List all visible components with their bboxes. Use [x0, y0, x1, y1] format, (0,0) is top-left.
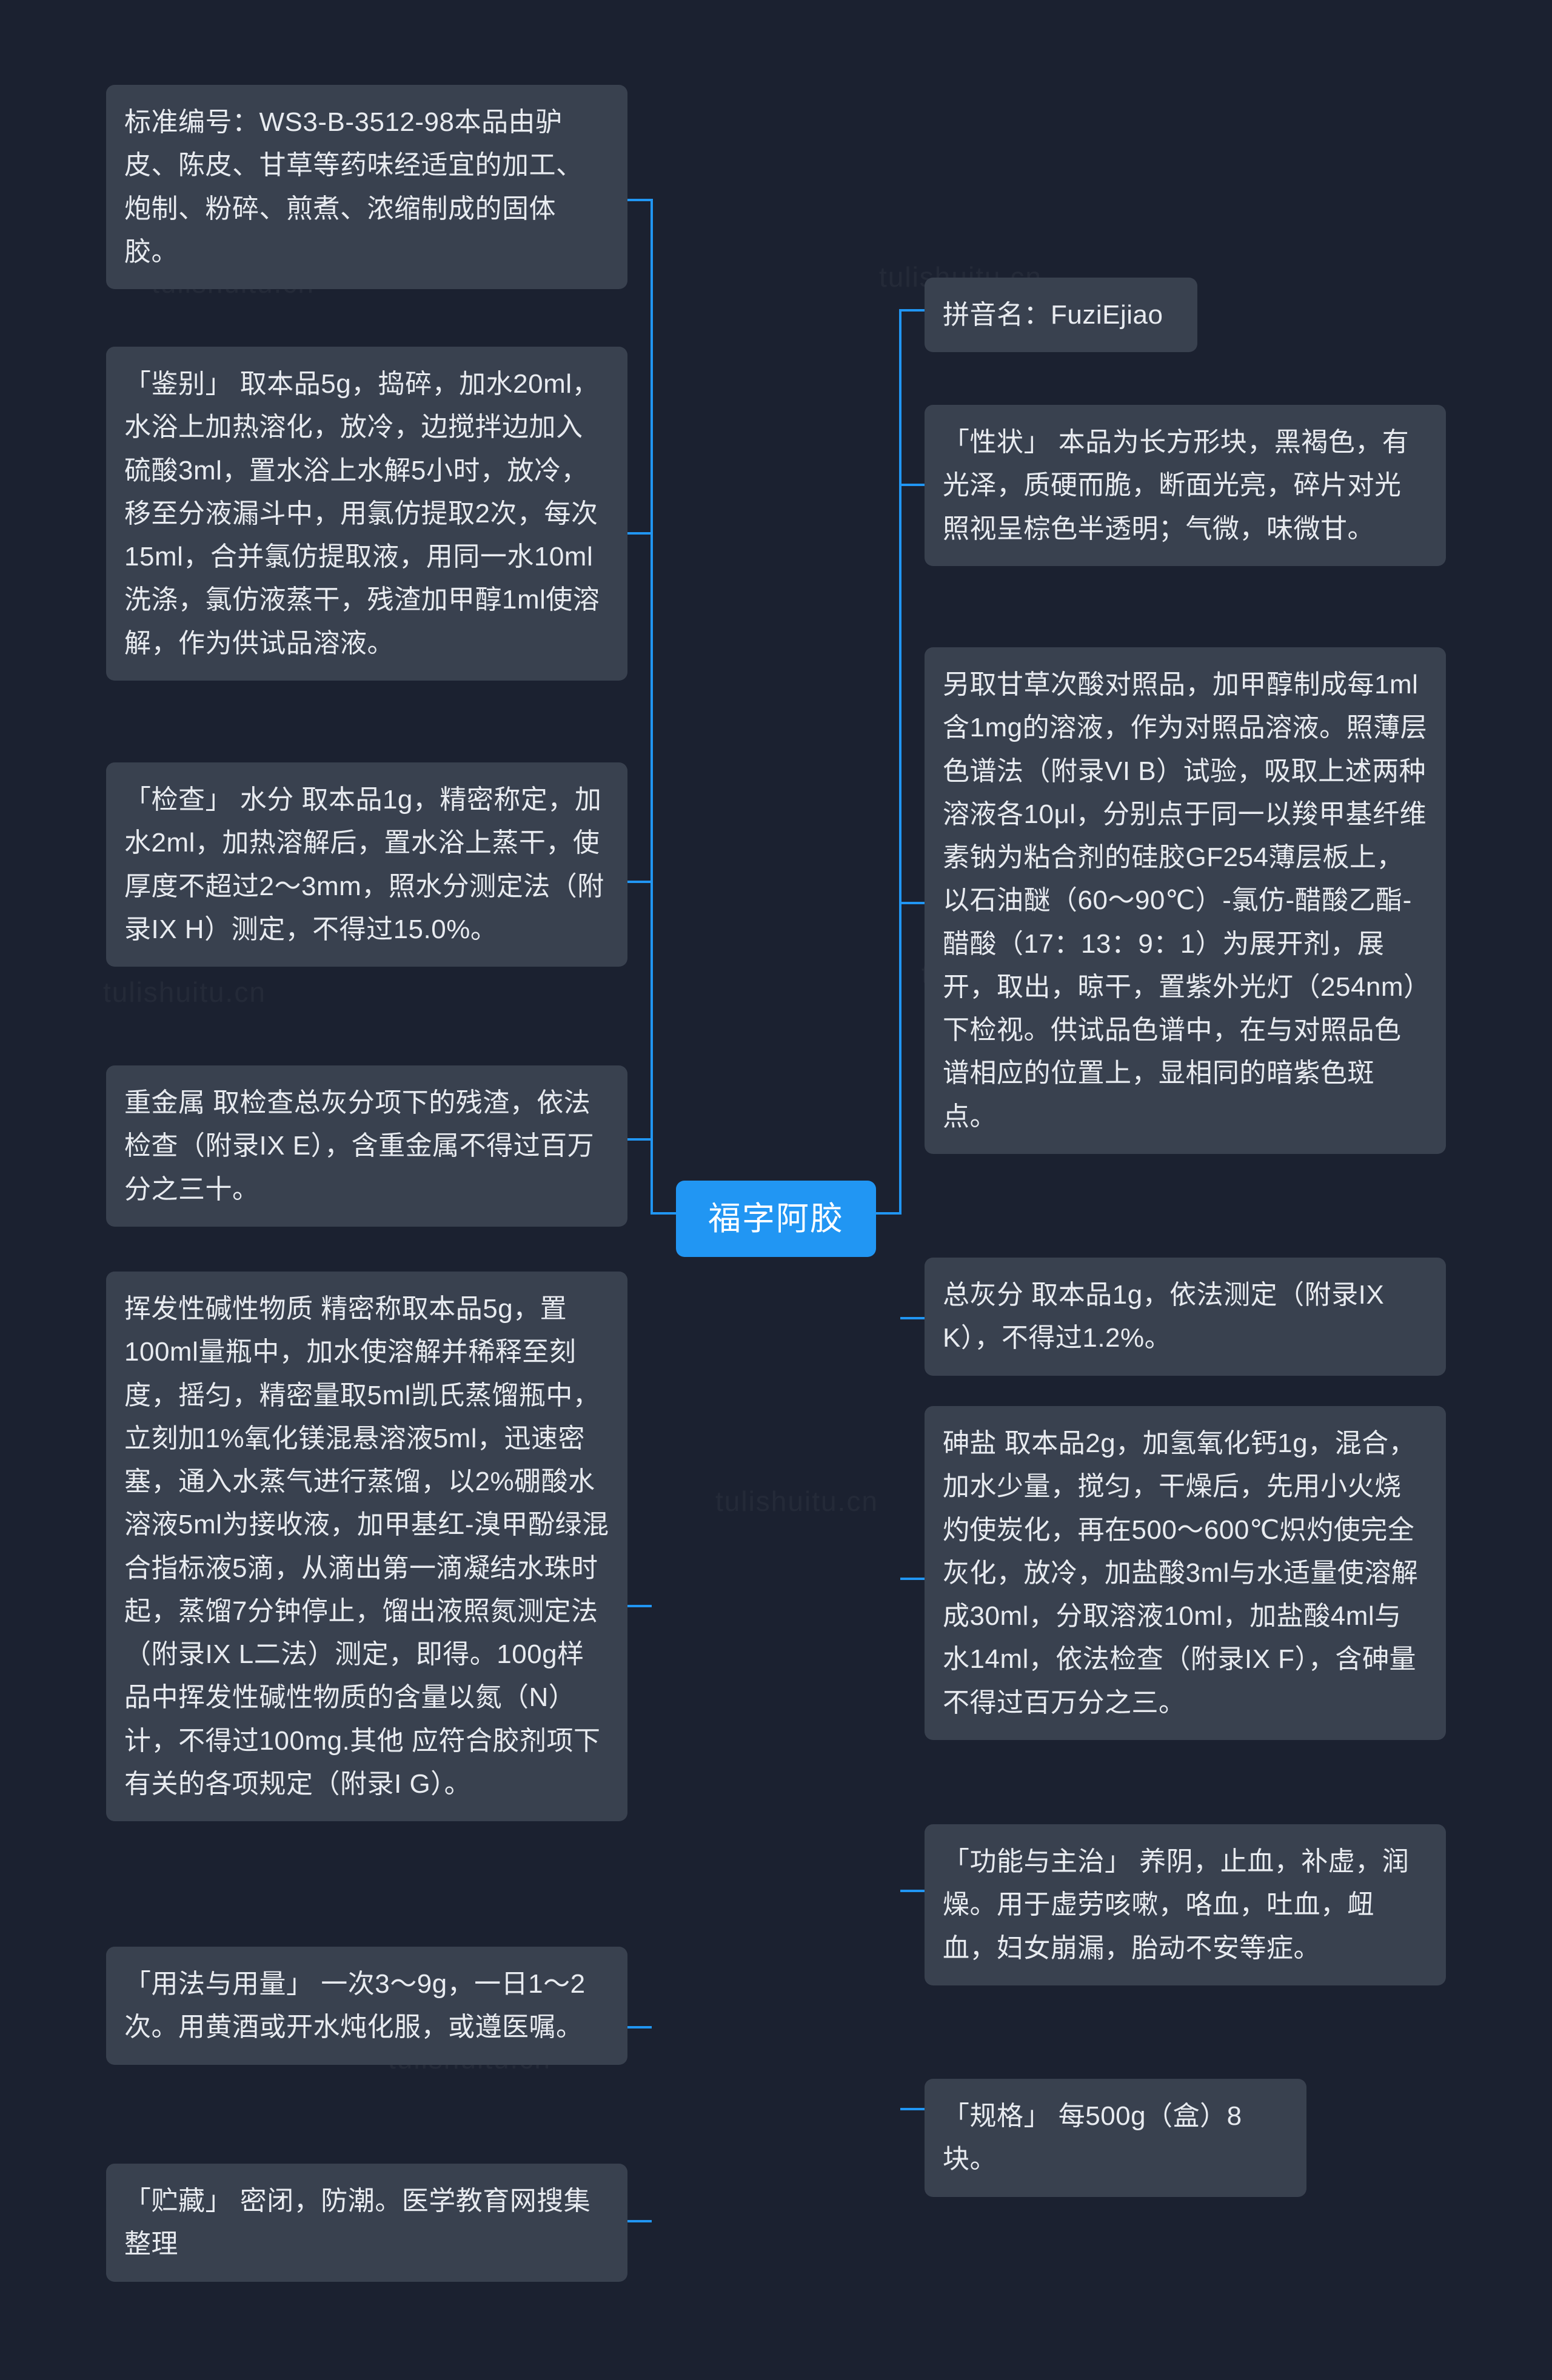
node-properties[interactable]: 「性状」 本品为长方形块，黑褐色，有光泽，质硬而脆，断面光亮，碎片对光照视呈棕色… [925, 405, 1446, 566]
watermark: tulishuitu.cn [715, 1485, 878, 1518]
node-volatile-alkaline[interactable]: 挥发性碱性物质 精密称取本品5g，置100ml量瓶中，加水使溶解并稀释至刻度，摇… [106, 1272, 627, 1822]
node-tlc-test[interactable]: 另取甘草次酸对照品，加甲醇制成每1ml含1mg的溶液，作为对照品溶液。照薄层色谱… [925, 647, 1446, 1154]
mindmap-canvas: tulishuitu.cn tulishuitu.cn tulishuitu.c… [0, 0, 1552, 2380]
root-node[interactable]: 福字阿胶 [676, 1181, 876, 1258]
node-usage-dosage[interactable]: 「用法与用量」 一次3～9g，一日1～2次。用黄酒或开水炖化服，或遵医嘱。 [106, 1947, 627, 2065]
node-specification[interactable]: 「规格」 每500g（盒）8块。 [925, 2079, 1306, 2197]
node-standard-number[interactable]: 标准编号：WS3-B-3512-98本品由驴皮、陈皮、甘草等药味经适宜的加工、炮… [106, 85, 627, 290]
node-storage[interactable]: 「贮藏」 密闭，防潮。医学教育网搜集整理 [106, 2164, 627, 2282]
node-heavy-metals[interactable]: 重金属 取检查总灰分项下的残渣，依法检查（附录IX E），含重金属不得过百万分之… [106, 1065, 627, 1227]
node-inspection-moisture[interactable]: 「检查」 水分 取本品1g，精密称定，加水2ml，加热溶解后，置水浴上蒸干，使厚… [106, 762, 627, 967]
node-arsenic-salt[interactable]: 砷盐 取本品2g，加氢氧化钙1g，混合，加水少量，搅匀，干燥后，先用小火烧灼使炭… [925, 1406, 1446, 1740]
node-total-ash[interactable]: 总灰分 取本品1g，依法测定（附录IX K），不得过1.2%。 [925, 1258, 1446, 1376]
watermark: tulishuitu.cn [103, 976, 266, 1008]
node-identification[interactable]: 「鉴别」 取本品5g，捣碎，加水20ml，水浴上加热溶化，放冷，边搅拌边加入硫酸… [106, 347, 627, 681]
node-pinyin-name[interactable]: 拼音名：FuziEjiao [925, 278, 1197, 353]
node-function-indication[interactable]: 「功能与主治」 养阴，止血，补虚，润燥。用于虚劳咳嗽，咯血，吐血，衄血，妇女崩漏… [925, 1824, 1446, 1985]
